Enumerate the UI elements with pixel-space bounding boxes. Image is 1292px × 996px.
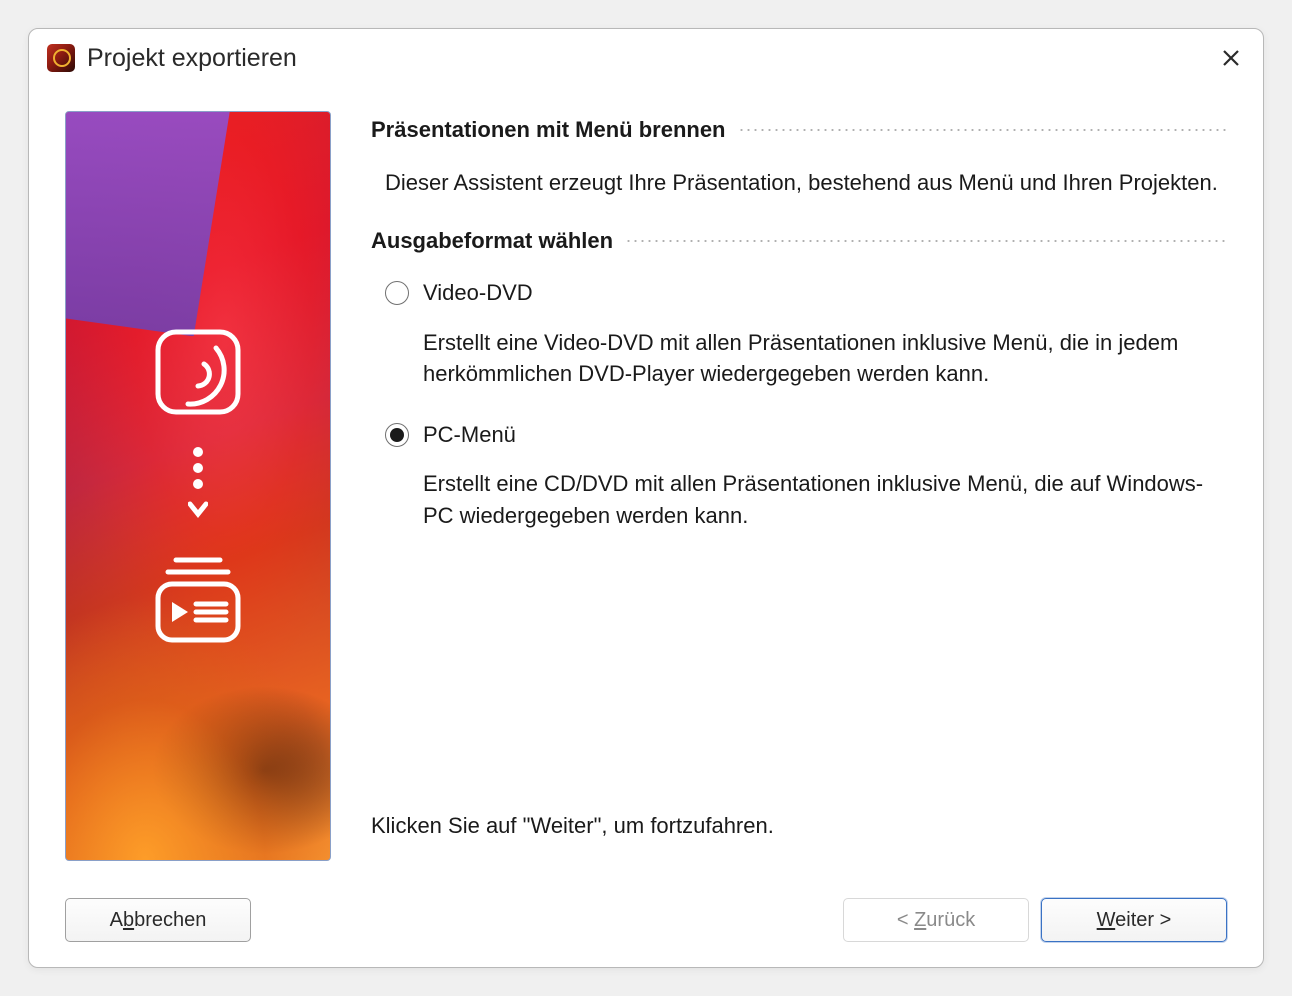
dialog-body: Präsentationen mit Menü brennen Dieser A… (29, 87, 1263, 873)
dialog-title: Projekt exportieren (87, 44, 1213, 73)
back-button-label: < Zurück (897, 909, 975, 932)
titlebar: Projekt exportieren (29, 29, 1263, 87)
content-area: Präsentationen mit Menü brennen Dieser A… (371, 111, 1227, 873)
export-project-dialog: Projekt exportieren (28, 28, 1264, 968)
option-video-dvd[interactable]: Video-DVD (371, 278, 1227, 309)
option-video-dvd-label[interactable]: Video-DVD (423, 278, 533, 309)
dialog-footer: Abbrechen < Zurück Weiter > (29, 873, 1263, 967)
divider-dots (625, 240, 1227, 242)
section-burn-title: Präsentationen mit Menü brennen (371, 117, 726, 143)
close-button[interactable] (1213, 40, 1249, 76)
close-icon (1222, 49, 1240, 67)
option-pc-menu[interactable]: PC-Menü (371, 420, 1227, 451)
section-burn-heading: Präsentationen mit Menü brennen (371, 117, 1227, 143)
back-button: < Zurück (843, 898, 1029, 942)
section-format-title: Ausgabeformat wählen (371, 228, 613, 254)
continue-hint: Klicken Sie auf "Weiter", um fortzufahre… (371, 813, 1227, 873)
app-icon (47, 44, 75, 72)
radio-pc-menu[interactable] (385, 423, 409, 447)
section-format-heading: Ausgabeformat wählen (371, 228, 1227, 254)
option-video-dvd-description: Erstellt eine Video-DVD mit allen Präsen… (371, 327, 1227, 419)
radio-video-dvd[interactable] (385, 281, 409, 305)
disc-icon (148, 322, 248, 422)
side-image-glyphs (66, 112, 330, 860)
section-burn-description: Dieser Assistent erzeugt Ihre Präsentati… (371, 167, 1227, 228)
option-pc-menu-label[interactable]: PC-Menü (423, 420, 516, 451)
next-button[interactable]: Weiter > (1041, 898, 1227, 942)
cancel-button[interactable]: Abbrechen (65, 898, 251, 942)
wizard-side-image (65, 111, 331, 861)
divider-dots (738, 129, 1228, 131)
option-pc-menu-description: Erstellt eine CD/DVD mit allen Präsentat… (371, 468, 1227, 560)
arrow-down-icon (188, 446, 208, 526)
media-stack-icon (148, 550, 248, 650)
next-button-label: Weiter > (1097, 909, 1172, 932)
cancel-button-label: Abbrechen (110, 909, 207, 932)
